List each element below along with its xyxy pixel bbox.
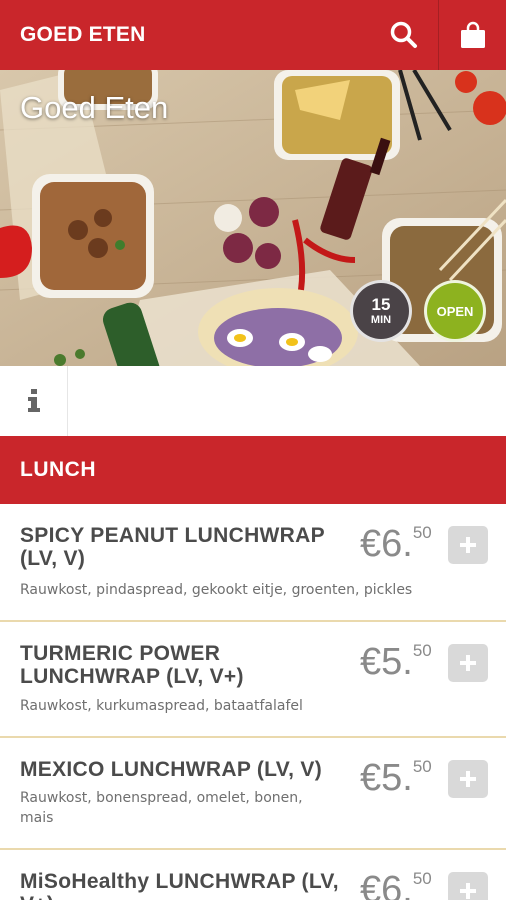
item-name: MiSoHealthy LUNCHWRAP (LV, V+) xyxy=(20,870,339,900)
delivery-time-unit: MIN xyxy=(370,314,392,326)
menu-item-list: SPICY PEANUT LUNCHWRAP (LV, V) Rauwkost,… xyxy=(0,504,506,900)
add-to-cart-button[interactable] xyxy=(448,644,488,682)
menu-item[interactable]: MEXICO LUNCHWRAP (LV, V) Rauwkost, bonen… xyxy=(0,738,506,850)
price-cents: 50 xyxy=(412,641,432,660)
menu-item[interactable]: SPICY PEANUT LUNCHWRAP (LV, V) Rauwkost,… xyxy=(0,504,506,622)
price-main: €5. xyxy=(360,757,413,799)
add-to-cart-button[interactable] xyxy=(448,526,488,564)
restaurant-name: Goed Eten xyxy=(20,90,169,125)
search-icon xyxy=(390,21,417,48)
item-price: €6.50 xyxy=(360,523,432,571)
add-to-cart-button[interactable] xyxy=(448,760,488,798)
item-name: TURMERIC POWER LUNCHWRAP (LV, V+) xyxy=(20,642,244,688)
item-name: MEXICO LUNCHWRAP (LV, V) xyxy=(20,758,322,781)
info-bar xyxy=(0,366,506,436)
info-button[interactable] xyxy=(0,366,68,436)
item-description: Rauwkost, pindaspread, gekookt eitje, gr… xyxy=(20,582,413,598)
plus-icon xyxy=(460,655,476,671)
menu-item[interactable]: MiSoHealthy LUNCHWRAP (LV, V+) €6.50 xyxy=(0,850,506,900)
price-main: €5. xyxy=(360,641,413,683)
search-button[interactable] xyxy=(370,0,438,70)
price-main: €6. xyxy=(360,869,413,900)
cart-button[interactable] xyxy=(438,0,506,70)
menu-item[interactable]: TURMERIC POWER LUNCHWRAP (LV, V+) Rauwko… xyxy=(0,622,506,738)
delivery-time-badge: 15 MIN xyxy=(350,280,412,342)
plus-icon xyxy=(460,537,476,553)
restaurant-header-image: Goed Eten 15 MIN OPEN xyxy=(0,70,506,366)
category-header-lunch: LUNCH xyxy=(0,436,506,504)
app-bar: GOED ETEN xyxy=(0,0,506,70)
add-to-cart-button[interactable] xyxy=(448,872,488,900)
item-price: €5.50 xyxy=(360,641,432,689)
price-cents: 50 xyxy=(412,869,432,888)
info-icon xyxy=(27,389,40,412)
item-price: €6.50 xyxy=(360,869,432,900)
item-description: Rauwkost, bonenspread, omelet, bonen, ma… xyxy=(20,790,303,826)
price-cents: 50 xyxy=(412,757,432,776)
delivery-time-value: 15 xyxy=(371,295,391,314)
price-cents: 50 xyxy=(412,523,432,542)
open-status-badge: OPEN xyxy=(424,280,486,342)
item-description: Rauwkost, kurkumaspread, bataatfalafel xyxy=(20,698,303,714)
shopping-bag-icon xyxy=(460,21,485,48)
price-main: €6. xyxy=(360,523,413,565)
plus-icon xyxy=(460,883,476,899)
item-name: SPICY PEANUT LUNCHWRAP (LV, V) xyxy=(20,524,325,570)
item-price: €5.50 xyxy=(360,757,432,805)
plus-icon xyxy=(460,771,476,787)
app-title: GOED ETEN xyxy=(20,23,146,46)
